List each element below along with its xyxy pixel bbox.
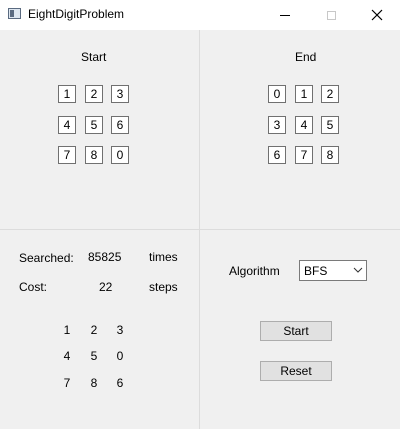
start-tile[interactable]: 7 <box>58 146 76 164</box>
end-tile[interactable]: 7 <box>295 146 313 164</box>
end-tile[interactable]: 1 <box>295 85 313 103</box>
window-title: EightDigitProblem <box>28 7 125 21</box>
searched-label: Searched: <box>19 251 74 265</box>
app-window-icon <box>8 8 21 19</box>
start-tile[interactable]: 3 <box>111 85 129 103</box>
title-bar: EightDigitProblem <box>0 0 400 30</box>
end-tile[interactable]: 4 <box>295 116 313 134</box>
cost-value: 22 <box>99 280 113 294</box>
end-label: End <box>295 50 317 64</box>
result-cell: 2 <box>90 323 98 337</box>
start-tile[interactable]: 6 <box>111 116 129 134</box>
algorithm-select[interactable]: BFS <box>299 260 367 281</box>
result-cell: 6 <box>116 376 124 390</box>
minimize-button[interactable] <box>262 0 308 30</box>
searched-value: 85825 <box>88 250 122 264</box>
cost-label: Cost: <box>19 280 48 294</box>
start-tile[interactable]: 1 <box>58 85 76 103</box>
end-tile[interactable]: 5 <box>321 116 339 134</box>
close-button[interactable] <box>354 0 400 30</box>
start-tile[interactable]: 0 <box>111 146 129 164</box>
close-icon <box>371 9 383 21</box>
algorithm-label: Algorithm <box>229 264 280 278</box>
chevron-down-icon <box>353 267 363 273</box>
start-tile[interactable]: 8 <box>85 146 103 164</box>
cost-unit: steps <box>149 280 178 294</box>
end-tile[interactable]: 0 <box>268 85 286 103</box>
result-cell: 7 <box>63 376 71 390</box>
maximize-button[interactable] <box>308 0 354 30</box>
start-tile[interactable]: 4 <box>58 116 76 134</box>
end-tile[interactable]: 6 <box>268 146 286 164</box>
start-label: Start <box>81 50 107 64</box>
end-tile[interactable]: 8 <box>321 146 339 164</box>
result-cell: 3 <box>116 323 124 337</box>
result-cell: 8 <box>90 376 98 390</box>
end-tile[interactable]: 2 <box>321 85 339 103</box>
start-tile[interactable]: 5 <box>85 116 103 134</box>
maximize-icon <box>326 10 336 20</box>
reset-button[interactable]: Reset <box>260 361 332 381</box>
horizontal-divider <box>0 229 400 230</box>
searched-unit: times <box>149 250 178 264</box>
end-tile[interactable]: 3 <box>268 116 286 134</box>
minimize-icon <box>280 14 290 16</box>
algorithm-selected-value: BFS <box>304 264 328 278</box>
result-cell: 5 <box>90 349 98 363</box>
result-cell: 4 <box>63 349 71 363</box>
start-button[interactable]: Start <box>260 321 332 341</box>
start-tile[interactable]: 2 <box>85 85 103 103</box>
result-cell: 1 <box>63 323 71 337</box>
result-cell: 0 <box>116 349 124 363</box>
